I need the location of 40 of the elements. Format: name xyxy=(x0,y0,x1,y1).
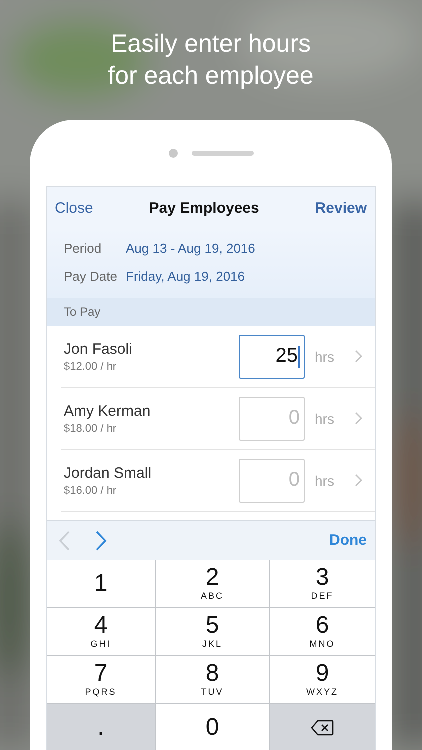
number-key[interactable]: 0 xyxy=(156,704,269,750)
employee-name: Jon Fasoli xyxy=(64,340,134,358)
chevron-icon[interactable] xyxy=(355,350,363,363)
chevron-icon[interactable] xyxy=(355,474,363,487)
backspace-icon xyxy=(311,720,334,736)
info-value: Friday, Aug 19, 2016 xyxy=(126,269,246,284)
speaker-grille xyxy=(192,150,254,156)
employee-name: Amy Kerman xyxy=(64,402,152,420)
close-button[interactable]: Close xyxy=(55,200,94,216)
hours-unit: hrs xyxy=(314,348,336,364)
chevron-right-icon xyxy=(96,530,107,550)
pay-rate: $16.00 / hr xyxy=(64,484,118,496)
number-key[interactable]: 2 ABC xyxy=(156,560,269,607)
decimal-key[interactable]: . xyxy=(47,704,155,750)
number-key[interactable]: 3 DEF xyxy=(270,560,375,607)
camera-dot xyxy=(168,148,178,158)
number-key[interactable]: 1 xyxy=(47,560,155,607)
employee-name: Jordan Small xyxy=(64,464,153,482)
review-button[interactable]: Review xyxy=(315,200,367,216)
number-key[interactable]: 8 TUV xyxy=(156,656,269,703)
hours-unit: hrs xyxy=(314,472,336,488)
hours-field[interactable]: 25 xyxy=(239,334,305,378)
section-header: To Pay xyxy=(47,298,375,326)
number-key[interactable]: 7 PQRS xyxy=(47,656,155,703)
pay-rate: $18.00 / hr xyxy=(64,422,118,434)
chevron-icon[interactable] xyxy=(355,412,363,425)
number-key[interactable]: 6 MNO xyxy=(270,608,375,655)
info-value: Aug 13 - Aug 19, 2016 xyxy=(126,241,256,256)
chevron-left-icon xyxy=(59,530,70,550)
delete-key[interactable] xyxy=(270,704,375,750)
number-key[interactable]: 4 GHI xyxy=(47,608,155,655)
text-cursor xyxy=(298,346,300,368)
info-label: Period xyxy=(64,241,103,256)
hours-unit: hrs xyxy=(314,410,336,426)
pay-rate: $12.00 / hr xyxy=(64,360,118,372)
number-key[interactable]: 5 JKL xyxy=(156,608,269,655)
info-label: Pay Date xyxy=(64,269,118,284)
screen-title: Pay Employees xyxy=(149,200,260,216)
number-key[interactable]: 9 WXYZ xyxy=(270,656,375,703)
headline: Easily enter hours for each employee xyxy=(108,29,314,92)
